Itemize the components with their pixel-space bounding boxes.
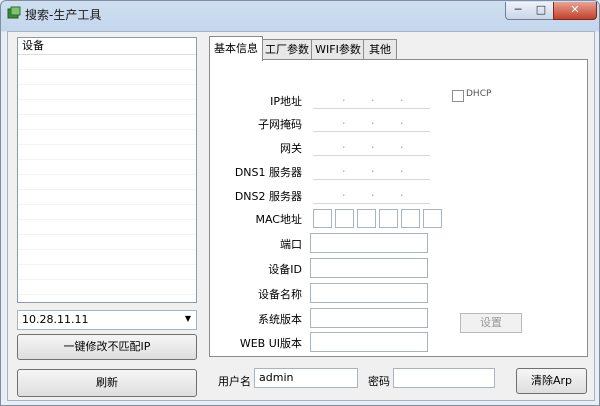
list-item[interactable] (18, 100, 196, 115)
username-input[interactable]: admin (254, 368, 358, 388)
mac-label: MAC地址 (255, 213, 302, 226)
clear-arp-label: 清除Arp (530, 374, 573, 387)
list-item[interactable] (18, 115, 196, 130)
device-name-input[interactable] (310, 283, 428, 303)
minimize-button[interactable]: ─ (505, 2, 531, 20)
mac-input-3[interactable] (357, 209, 376, 228)
mac-input-6[interactable] (423, 209, 442, 228)
app-icon (7, 6, 21, 19)
ip-label: IP地址 (270, 95, 302, 108)
dhcp-checkbox[interactable] (452, 90, 464, 102)
ip-select[interactable]: 10.28.11.11 ▼ (17, 310, 197, 330)
basic-info-panel: IP地址 ... DHCP 子网掩码 ... 网关 ... DNS1 服务器 .… (209, 59, 588, 357)
mac-input-4[interactable] (379, 209, 398, 228)
sys-version-label: 系统版本 (258, 313, 302, 326)
refresh-label: 刷新 (96, 376, 118, 389)
client-area: 设备 10.28.11.11 ▼ 一键修改不匹配IP 刷新 基本信息 工厂参数 … (7, 31, 595, 401)
list-item[interactable] (18, 205, 196, 220)
web-ui-version-label: WEB UI版本 (239, 337, 302, 350)
gateway-label: 网关 (280, 142, 302, 155)
dns2-label: DNS2 服务器 (234, 190, 302, 203)
batch-modify-ip-label: 一键修改不匹配IP (63, 340, 151, 353)
device-id-label: 设备ID (268, 263, 302, 276)
clear-arp-button[interactable]: 清除Arp (516, 368, 587, 394)
mac-input-1[interactable] (313, 209, 332, 228)
list-item[interactable] (18, 160, 196, 175)
web-ui-version-input[interactable] (310, 332, 428, 352)
list-item[interactable] (18, 55, 196, 70)
gateway-input[interactable]: ... (313, 137, 430, 156)
list-item[interactable] (18, 280, 196, 295)
list-item[interactable] (18, 130, 196, 145)
list-item[interactable] (18, 250, 196, 265)
subnet-input[interactable]: ... (313, 113, 430, 132)
list-item[interactable] (18, 265, 196, 280)
refresh-button[interactable]: 刷新 (17, 369, 197, 397)
list-item[interactable] (18, 175, 196, 190)
batch-modify-ip-button[interactable]: 一键修改不匹配IP (17, 334, 197, 360)
list-item[interactable] (18, 190, 196, 205)
sys-version-input[interactable] (310, 308, 428, 328)
subnet-label: 子网掩码 (258, 118, 302, 131)
device-list[interactable]: 设备 (17, 37, 197, 303)
device-name-label: 设备名称 (258, 288, 302, 301)
port-input[interactable] (310, 233, 428, 253)
list-item[interactable] (18, 70, 196, 85)
dns1-input[interactable]: ... (313, 161, 430, 180)
device-list-header[interactable]: 设备 (18, 38, 196, 55)
title-bar[interactable]: 搜索-生产工具 ─ □ ✕ (1, 1, 599, 27)
mac-input-2[interactable] (335, 209, 354, 228)
chevron-down-icon[interactable]: ▼ (185, 314, 191, 323)
ip-select-value: 10.28.11.11 (22, 313, 89, 326)
list-item[interactable] (18, 235, 196, 250)
password-input[interactable] (393, 368, 495, 388)
password-label: 密码 (368, 375, 390, 388)
tab-basic-info[interactable]: 基本信息 (209, 36, 263, 61)
port-label: 端口 (280, 238, 302, 251)
tab-factory-params[interactable]: 工厂参数 (261, 39, 313, 60)
ip-input[interactable]: ... (313, 90, 430, 109)
settings-button[interactable]: 设置 (460, 313, 522, 333)
username-value: admin (259, 371, 294, 384)
device-id-input[interactable] (310, 258, 428, 278)
list-item[interactable] (18, 145, 196, 160)
list-item[interactable] (18, 85, 196, 100)
close-button[interactable]: ✕ (553, 2, 597, 20)
app-window: 搜索-生产工具 ─ □ ✕ 设备 10.28.11.11 ▼ 一键修改不匹配IP… (0, 0, 600, 406)
dns1-label: DNS1 服务器 (234, 166, 302, 179)
username-label: 用户名 (218, 375, 251, 388)
tab-wifi-params[interactable]: WIFI参数 (311, 39, 365, 60)
dns2-input[interactable]: ... (313, 185, 430, 204)
dhcp-label: DHCP (466, 89, 492, 99)
mac-input-5[interactable] (401, 209, 420, 228)
window-title: 搜索-生产工具 (25, 8, 102, 22)
list-item[interactable] (18, 220, 196, 235)
tab-other[interactable]: 其他 (363, 39, 397, 60)
maximize-button[interactable]: □ (529, 2, 554, 20)
